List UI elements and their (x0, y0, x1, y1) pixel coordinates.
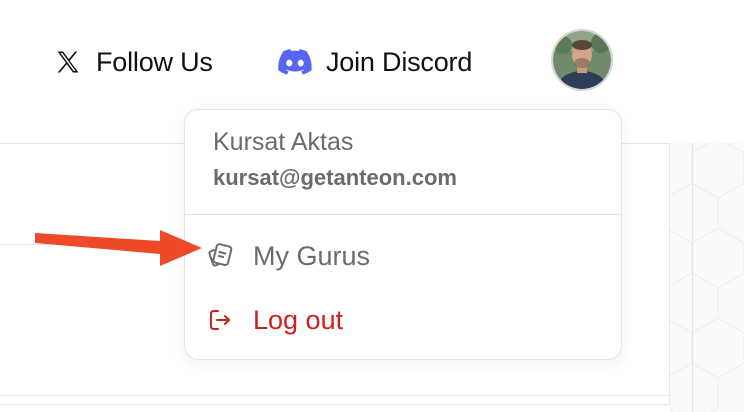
user-email: kursat@getanteon.com (213, 165, 457, 190)
annotation-arrow (35, 230, 202, 266)
join-discord-link[interactable]: Join Discord (278, 40, 472, 84)
logout-icon (205, 305, 235, 335)
follow-us-link[interactable]: Follow Us (54, 40, 213, 84)
hex-pattern-graphic (670, 143, 744, 412)
page: Follow Us Join Discord Kursat Aktas kurs… (0, 0, 744, 412)
my-gurus-label: My Gurus (253, 240, 371, 271)
user-dropdown-menu: Kursat Aktas kursat@getanteon.com My Gur… (184, 109, 622, 360)
x-logo-icon (54, 48, 82, 76)
top-navigation: Follow Us Join Discord (0, 0, 744, 125)
menu-divider (185, 214, 621, 215)
log-out-label: Log out (253, 304, 344, 335)
follow-us-label: Follow Us (96, 46, 213, 77)
user-name: Kursat Aktas (213, 128, 354, 156)
menu-item-log-out[interactable]: Log out (185, 291, 621, 349)
avatar-photo (553, 31, 611, 89)
background-bottom-divider (0, 395, 744, 396)
background-hex-pattern (670, 143, 744, 412)
discord-icon (278, 49, 312, 75)
join-discord-label: Join Discord (326, 46, 473, 77)
background-strip-edge (692, 143, 693, 412)
user-avatar[interactable] (551, 29, 613, 91)
menu-item-my-gurus[interactable]: My Gurus (185, 227, 621, 285)
